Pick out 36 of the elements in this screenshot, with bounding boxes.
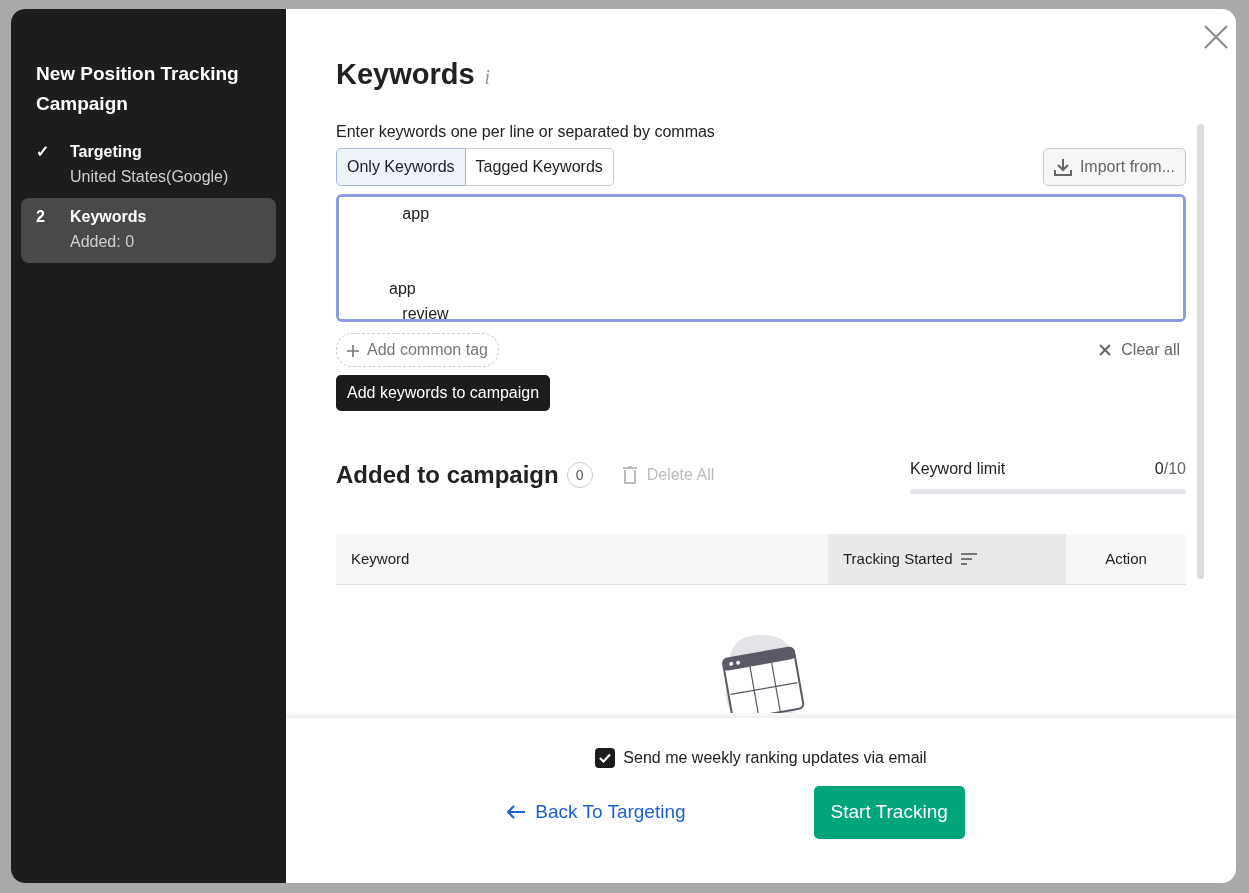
step-label: Keywords (70, 207, 147, 227)
column-header[interactable]: Action (1066, 534, 1186, 584)
limit-label: Keyword limit (910, 459, 1006, 479)
section-title: Added to campaign (336, 461, 559, 490)
plus-icon (347, 344, 359, 357)
step-label: Targeting (70, 142, 143, 162)
instructions-text: Enter keywords one per line or separated by commas (336, 122, 716, 142)
download-icon (1053, 158, 1072, 176)
arrow-left-icon (507, 805, 526, 820)
add-tag-button[interactable]: Add common tag (336, 333, 499, 367)
close-icon[interactable] (1202, 23, 1230, 51)
keywords-input[interactable]: app app review (336, 194, 1186, 322)
add-keywords-button[interactable]: Add keywords to campaign (336, 375, 551, 411)
step-item[interactable]: 2 Keywords Added: 0 (21, 198, 276, 263)
step-item[interactable]: ✓ Targeting United States(Google) (21, 133, 276, 198)
trash-icon (622, 466, 637, 485)
import-button[interactable]: Import from... (1042, 148, 1186, 186)
scrollbar[interactable] (1197, 124, 1204, 579)
sort-icon (960, 552, 977, 566)
sidebar-title: New Position Tracking Campaign (35, 62, 240, 116)
step-marker: 2 (36, 207, 46, 227)
step-detail: United States(Google) (70, 167, 229, 187)
checkbox-label: Send me weekly ranking updates via email (623, 748, 927, 768)
limit-value: 0/10 (1154, 459, 1186, 479)
checkbox[interactable] (595, 748, 616, 768)
step-marker: ✓ (36, 142, 50, 162)
column-header[interactable]: Keyword (336, 534, 828, 584)
column-header[interactable]: Tracking Started (828, 534, 1066, 584)
close-icon (1099, 344, 1112, 356)
step-detail: Added: 0 (70, 232, 136, 252)
check-icon (599, 753, 612, 763)
tab[interactable]: Only Keywords (336, 148, 466, 186)
clear-button[interactable]: Clear all (1093, 337, 1186, 363)
tab[interactable]: Tagged Keywords (465, 148, 614, 186)
back-link[interactable]: Back To Targeting (507, 798, 686, 827)
page-title: Keywords (336, 57, 475, 92)
